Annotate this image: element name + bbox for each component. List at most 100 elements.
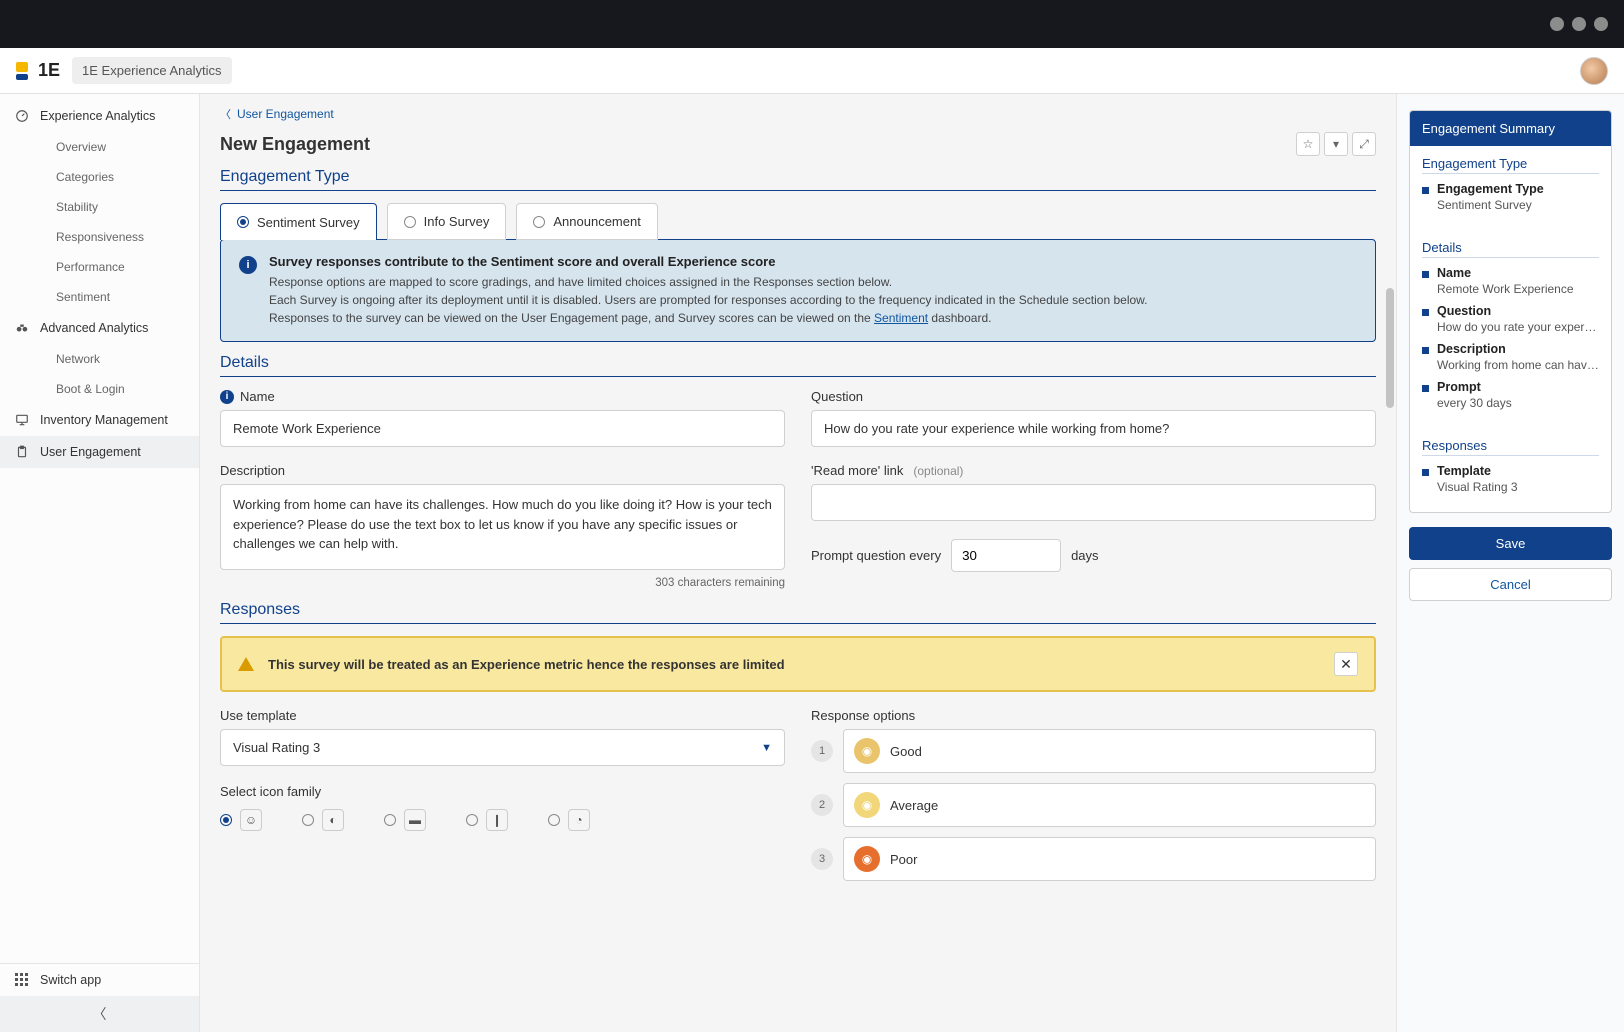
rating-icon: ◉ — [854, 738, 880, 764]
radio-icon — [237, 216, 249, 228]
engagement-type-info: i Survey responses contribute to the Sen… — [220, 239, 1376, 342]
save-button[interactable]: Save — [1409, 527, 1612, 560]
sidebar-collapse-button[interactable]: 〈 — [0, 996, 199, 1032]
prompt-days-input[interactable] — [951, 539, 1061, 572]
thermometer-icon: ❙ — [486, 809, 508, 831]
radio-icon — [548, 814, 560, 826]
clipboard-icon — [14, 444, 30, 460]
content-scrollbar[interactable] — [1386, 104, 1394, 1022]
description-input[interactable] — [220, 484, 785, 570]
sidebar-subitem-stability[interactable]: Stability — [0, 192, 199, 222]
sidebar-item-experience-analytics[interactable]: Experience Analytics — [0, 100, 199, 132]
summary-item: DescriptionWorking from home can have it… — [1422, 342, 1599, 372]
window-dot-2 — [1572, 17, 1586, 31]
bullet-icon — [1422, 271, 1429, 278]
response-option-row: 3◉Poor — [811, 837, 1376, 881]
sidebar-subitem-responsiveness[interactable]: Responsiveness — [0, 222, 199, 252]
icon-family-option-gauge[interactable]: ◐ — [302, 809, 344, 831]
type-tab-info-survey[interactable]: Info Survey — [387, 203, 507, 240]
gauge-icon — [14, 108, 30, 124]
summary-head: Engagement Summary — [1410, 111, 1611, 146]
type-tab-announcement[interactable]: Announcement — [516, 203, 657, 240]
readmore-label: 'Read more' link (optional) — [811, 463, 1376, 478]
battery-icon: ▬ — [404, 809, 426, 831]
type-tab-sentiment-survey[interactable]: Sentiment Survey — [220, 203, 377, 240]
breadcrumb-parent-link[interactable]: User Engagement — [237, 107, 334, 121]
summary-value: Sentiment Survey — [1437, 198, 1544, 212]
summary-panel: Engagement Summary Engagement TypeEngage… — [1396, 94, 1624, 1032]
response-option-poor[interactable]: ◉Poor — [843, 837, 1376, 881]
response-label: Good — [890, 744, 922, 759]
sidebar-subitem-categories[interactable]: Categories — [0, 162, 199, 192]
gauge-icon: ◐ — [322, 809, 344, 831]
switch-app-button[interactable]: Switch app — [0, 964, 199, 996]
bullet-icon — [1422, 187, 1429, 194]
radio-icon — [384, 814, 396, 826]
icon-family-option-face[interactable]: ☺ — [220, 809, 262, 831]
summary-group: Engagement TypeEngagement Type Sentiment … — [1410, 146, 1611, 230]
app-name-chip[interactable]: 1E Experience Analytics — [72, 57, 231, 84]
page-title: New Engagement — [220, 134, 370, 155]
chevron-down-icon: ▼ — [761, 742, 772, 754]
summary-key: Engagement Type — [1437, 182, 1544, 196]
more-actions-button[interactable]: ▾ — [1324, 132, 1348, 156]
summary-key: Template — [1437, 464, 1518, 478]
fullscreen-button[interactable]: ⤢ — [1352, 132, 1376, 156]
bullet-icon — [1422, 469, 1429, 476]
radio-icon — [302, 814, 314, 826]
summary-key: Name — [1437, 266, 1574, 280]
template-select[interactable]: Visual Rating 3 ▼ — [220, 729, 785, 766]
responses-warning: This survey will be treated as an Experi… — [220, 636, 1376, 692]
sidebar-subitem-overview[interactable]: Overview — [0, 132, 199, 162]
sidebar-subitem-performance[interactable]: Performance — [0, 252, 199, 282]
section-responses-title: Responses — [220, 601, 1376, 624]
expand-icon: ⤢ — [1359, 137, 1369, 152]
summary-value: Working from home can have its … — [1437, 358, 1599, 372]
favorite-button[interactable]: ☆ — [1296, 132, 1320, 156]
response-option-good[interactable]: ◉ Good — [843, 729, 1376, 773]
template-label: Use template — [220, 708, 785, 723]
bullet-icon — [1422, 347, 1429, 354]
name-input[interactable] — [220, 410, 785, 447]
sidebar-item-user-engagement[interactable]: User Engagement — [0, 436, 199, 468]
question-label: Question — [811, 389, 1376, 404]
top-nav: 1E 1E Experience Analytics — [0, 48, 1624, 94]
response-option-average[interactable]: ◉Average — [843, 783, 1376, 827]
scrollbar-thumb[interactable] — [1386, 288, 1394, 408]
sidebar-subitem-sentiment[interactable]: Sentiment — [0, 282, 199, 312]
summary-key: Prompt — [1437, 380, 1512, 394]
binoculars-icon — [14, 320, 30, 336]
star-icon: ☆ — [1303, 137, 1314, 151]
icon-family-option-thermometer[interactable]: ❙ — [466, 809, 508, 831]
cancel-button[interactable]: Cancel — [1409, 568, 1612, 601]
dismiss-warning-button[interactable]: ✕ — [1334, 652, 1358, 676]
face-icon: ☺ — [240, 809, 262, 831]
radio-icon — [533, 216, 545, 228]
info-icon: i — [220, 390, 234, 404]
summary-value: How do you rate your experience… — [1437, 320, 1599, 334]
template-value: Visual Rating 3 — [233, 740, 320, 755]
response-label: Average — [890, 798, 938, 813]
avatar[interactable] — [1580, 57, 1608, 85]
sidebar-subitem-network[interactable]: Network — [0, 344, 199, 374]
sidebar-subitem-boot-login[interactable]: Boot & Login — [0, 374, 199, 404]
bullet-icon — [1422, 309, 1429, 316]
summary-item: QuestionHow do you rate your experience… — [1422, 304, 1599, 334]
name-label: i Name — [220, 389, 785, 404]
question-input[interactable] — [811, 410, 1376, 447]
rating-icon: ◉ — [854, 846, 880, 872]
radio-icon — [220, 814, 232, 826]
sidebar-item-advanced-analytics[interactable]: Advanced Analytics — [0, 312, 199, 344]
switch-app-label: Switch app — [40, 973, 101, 987]
icon-family-option-clock[interactable]: ◔ — [548, 809, 590, 831]
readmore-input[interactable] — [811, 484, 1376, 521]
sentiment-link[interactable]: Sentiment — [874, 311, 928, 325]
summary-value: every 30 days — [1437, 396, 1512, 410]
summary-value: Visual Rating 3 — [1437, 480, 1518, 494]
icon-family-option-battery[interactable]: ▬ — [384, 809, 426, 831]
logo-icon — [16, 62, 34, 80]
summary-value: Remote Work Experience — [1437, 282, 1574, 296]
sidebar-item-inventory-management[interactable]: Inventory Management — [0, 404, 199, 436]
summary-item: Name Remote Work Experience — [1422, 266, 1599, 296]
summary-item: Engagement Type Sentiment Survey — [1422, 182, 1599, 212]
